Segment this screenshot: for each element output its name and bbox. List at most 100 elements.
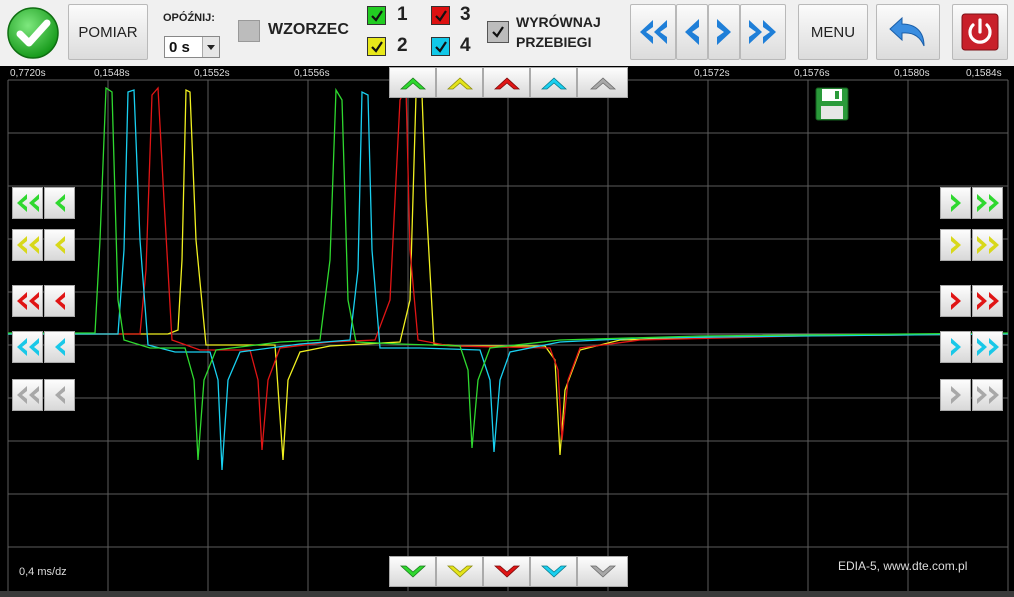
chevron-down-icon <box>540 565 567 578</box>
time-tick: 0,7720s <box>10 68 46 79</box>
back-arrow-icon <box>889 16 925 47</box>
check-icon <box>370 40 383 53</box>
chevron-up-icon <box>446 76 473 89</box>
ch5-fast-left-button[interactable] <box>12 379 43 411</box>
scroll-far-right-button[interactable] <box>740 4 786 60</box>
chevron-up-icon <box>540 76 567 89</box>
chevron-left-icon <box>54 386 65 404</box>
chevron-right-icon <box>950 386 961 404</box>
oscilloscope-display[interactable] <box>0 66 1014 591</box>
channel-3-label: 3 <box>460 4 471 25</box>
double-chevron-left-icon <box>16 386 39 404</box>
ch4-right-button[interactable] <box>940 331 971 363</box>
channel-2-label: 2 <box>397 35 408 56</box>
ch3-up-button[interactable] <box>483 67 530 98</box>
ch4-fast-right-button[interactable] <box>972 331 1003 363</box>
toolbar: POMIAR OPÓŹNIJ: 0 s WZORZEC 1 2 3 4 WYRÓ… <box>0 0 1014 66</box>
double-chevron-right-icon <box>976 194 999 212</box>
time-tick: 0,1552s <box>194 68 230 79</box>
ch2-fast-right-button[interactable] <box>972 229 1003 261</box>
ch1-fast-right-button[interactable] <box>972 187 1003 219</box>
chevron-down-icon <box>399 565 426 578</box>
chevron-right-icon <box>950 338 961 356</box>
ch2-fast-left-button[interactable] <box>12 229 43 261</box>
ch5-fast-right-button[interactable] <box>972 379 1003 411</box>
check-icon <box>434 9 447 22</box>
check-icon <box>492 26 504 38</box>
scroll-left-button[interactable] <box>676 4 708 60</box>
time-tick: 0,1556s <box>294 68 330 79</box>
chevron-left-icon <box>685 19 699 45</box>
channel-3-checkbox[interactable] <box>431 6 450 25</box>
ok-button[interactable] <box>5 4 61 62</box>
time-tick: 0,1548s <box>94 68 130 79</box>
ch5-down-button[interactable] <box>577 556 628 587</box>
ch3-right-button[interactable] <box>940 285 971 317</box>
double-chevron-right-icon <box>976 236 999 254</box>
double-chevron-right-icon <box>976 386 999 404</box>
chevron-up-icon <box>399 76 426 89</box>
ch4-up-button[interactable] <box>530 67 577 98</box>
ch4-fast-left-button[interactable] <box>12 331 43 363</box>
chevron-down-icon <box>589 565 616 578</box>
chevron-down-icon[interactable] <box>202 37 219 57</box>
scroll-right-button[interactable] <box>708 4 740 60</box>
ch3-left-button[interactable] <box>44 285 75 317</box>
chevron-left-icon <box>54 292 65 310</box>
ch3-fast-left-button[interactable] <box>12 285 43 317</box>
menu-button[interactable]: MENU <box>798 4 868 60</box>
align-label-line1: WYRÓWNAJ <box>516 14 601 30</box>
channel-1-checkbox[interactable] <box>367 6 386 25</box>
chevron-up-icon <box>589 76 616 89</box>
chevron-left-icon <box>54 236 65 254</box>
align-checkbox[interactable] <box>487 21 509 43</box>
ch2-left-button[interactable] <box>44 229 75 261</box>
ch2-up-button[interactable] <box>436 67 483 98</box>
channel-4-checkbox[interactable] <box>431 37 450 56</box>
chevron-right-icon <box>950 194 961 212</box>
menu-label: MENU <box>810 23 856 41</box>
double-chevron-left-icon <box>16 338 39 356</box>
pattern-label: WZORZEC <box>268 21 349 38</box>
save-button[interactable] <box>815 87 849 121</box>
chevron-right-icon <box>950 292 961 310</box>
chevron-up-icon <box>493 76 520 89</box>
footer-credit: EDIA-5, www.dte.com.pl <box>838 559 968 573</box>
ch1-right-button[interactable] <box>940 187 971 219</box>
chevron-right-icon <box>717 19 731 45</box>
pattern-checkbox[interactable] <box>238 20 260 42</box>
ch1-up-button[interactable] <box>389 67 436 98</box>
ch4-left-button[interactable] <box>44 331 75 363</box>
double-chevron-left-icon <box>16 292 39 310</box>
ch3-fast-right-button[interactable] <box>972 285 1003 317</box>
double-chevron-right-icon <box>976 292 999 310</box>
double-chevron-left-icon <box>16 236 39 254</box>
scroll-far-left-button[interactable] <box>630 4 676 60</box>
ch5-right-button[interactable] <box>940 379 971 411</box>
ch1-fast-left-button[interactable] <box>12 187 43 219</box>
waveform-plot <box>7 79 1009 591</box>
time-tick: 0,1584s <box>966 68 1002 79</box>
measure-button[interactable]: POMIAR <box>68 4 148 60</box>
back-button[interactable] <box>876 4 940 60</box>
ch1-left-button[interactable] <box>44 187 75 219</box>
chevron-down-icon <box>446 565 473 578</box>
channel-4-label: 4 <box>460 35 471 56</box>
ch2-down-button[interactable] <box>436 556 483 587</box>
delay-select[interactable]: 0 s <box>164 36 220 58</box>
bottom-bar <box>0 591 1014 597</box>
check-icon <box>434 40 447 53</box>
channel-2-checkbox[interactable] <box>367 37 386 56</box>
channel-1-label: 1 <box>397 4 408 25</box>
ch2-right-button[interactable] <box>940 229 971 261</box>
align-label-line2: PRZEBIEGI <box>516 34 592 50</box>
ch4-down-button[interactable] <box>530 556 577 587</box>
ch5-left-button[interactable] <box>44 379 75 411</box>
measure-label: POMIAR <box>78 23 138 41</box>
ch3-down-button[interactable] <box>483 556 530 587</box>
power-button[interactable] <box>952 4 1008 60</box>
ch5-up-button[interactable] <box>577 67 628 98</box>
ch1-down-button[interactable] <box>389 556 436 587</box>
chevron-left-icon <box>54 338 65 356</box>
time-tick: 0,1572s <box>694 68 730 79</box>
